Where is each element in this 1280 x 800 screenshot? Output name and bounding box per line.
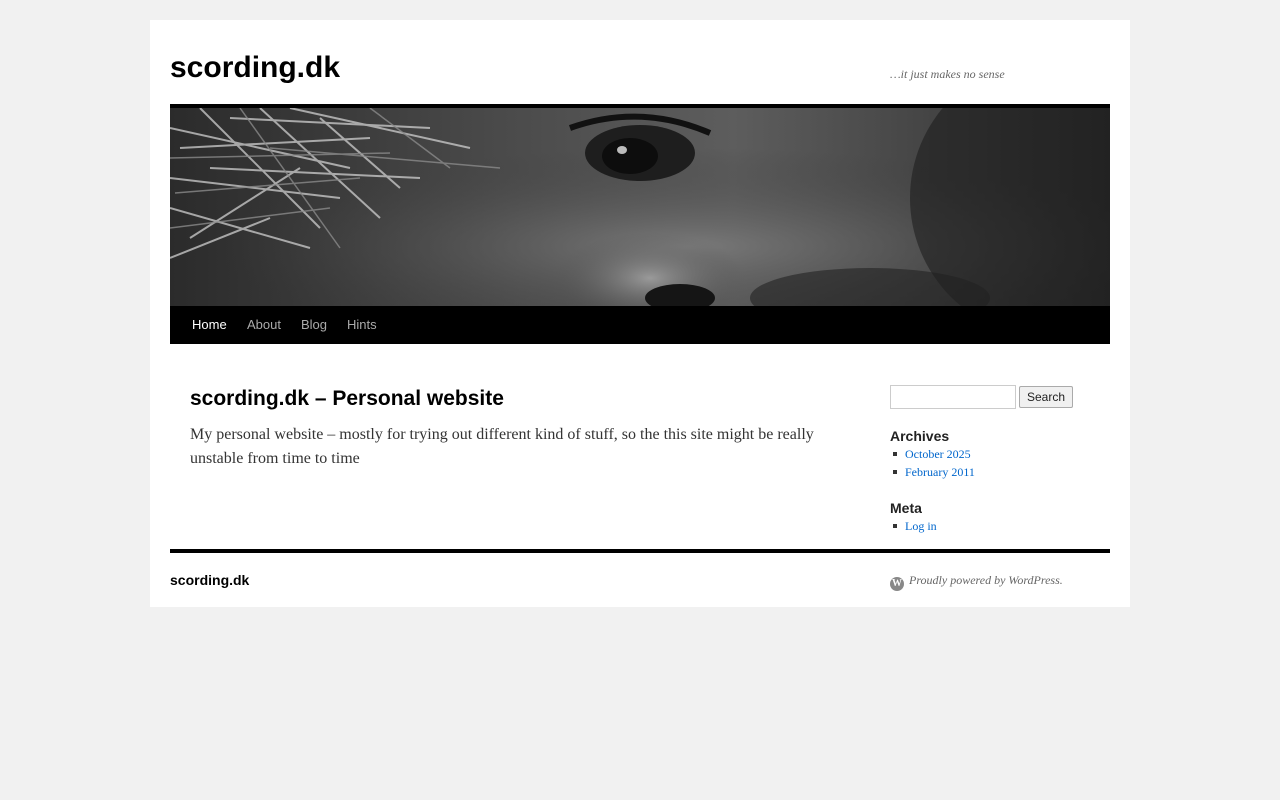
search-input[interactable] [890, 385, 1016, 409]
archive-link-october-2025[interactable]: October 2025 [905, 447, 971, 461]
login-link[interactable]: Log in [905, 519, 937, 533]
archives-widget-title: Archives [890, 428, 950, 444]
credit-text: Proudly powered by WordPress. [909, 573, 1063, 587]
site-title-link[interactable]: scording.dk [170, 50, 340, 86]
nav-item-blog[interactable]: Blog [301, 306, 327, 344]
page-wrapper: scording.dk …it just makes no sense Home… [150, 20, 1130, 607]
bullet-icon [893, 524, 897, 528]
archive-item: October 2025 [890, 445, 975, 463]
nav-item-hints[interactable]: Hints [347, 306, 377, 344]
archives-list: October 2025 February 2011 [890, 445, 975, 481]
meta-widget-title: Meta [890, 500, 922, 516]
entry-title: scording.dk – Personal website [190, 387, 504, 410]
search-button[interactable]: Search [1019, 386, 1073, 408]
archive-link-february-2011[interactable]: February 2011 [905, 465, 975, 479]
archive-item: February 2011 [890, 463, 975, 481]
footer-site-title-link[interactable]: scording.dk [170, 572, 249, 588]
wordpress-credit-link[interactable]: W Proudly powered by WordPress. [890, 572, 1063, 591]
footer-divider [170, 549, 1110, 553]
meta-item: Log in [890, 517, 937, 535]
site-description: …it just makes no sense [890, 67, 1005, 81]
wordpress-icon: W [890, 577, 904, 591]
entry-content: My personal website – mostly for trying … [190, 426, 814, 467]
bullet-icon [893, 452, 897, 456]
header-photo [170, 108, 1110, 306]
main-navigation: Home About Blog Hints [170, 306, 1110, 344]
meta-list: Log in [890, 517, 937, 535]
nav-item-about[interactable]: About [247, 306, 281, 344]
header-image [170, 108, 1110, 306]
bullet-icon [893, 470, 897, 474]
nav-item-home[interactable]: Home [192, 306, 227, 344]
